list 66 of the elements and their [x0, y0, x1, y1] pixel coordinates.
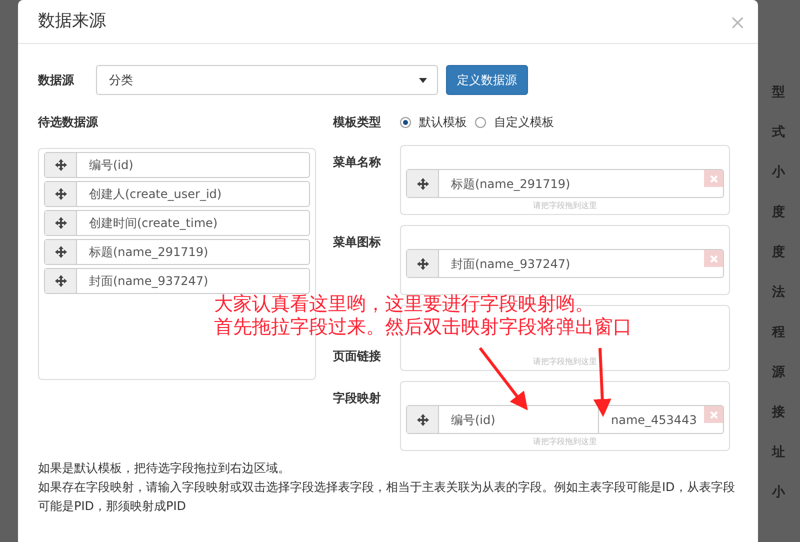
- annotation-text: 大家认真看这里哟，这里要进行字段映射哟。: [214, 293, 595, 316]
- section-title: 待选数据源: [38, 114, 99, 131]
- field-label: 封面(name_937247): [88, 273, 208, 290]
- move-icon: [54, 217, 66, 229]
- field-label: 字段映射: [333, 390, 382, 407]
- background-label: 型: [772, 84, 786, 102]
- field-item[interactable]: 标题(name_291719): [44, 239, 310, 265]
- datasource-select[interactable]: 分类: [96, 65, 438, 95]
- drop-hint: 请把字段拖到这里: [532, 200, 598, 212]
- field-item[interactable]: 标题(name_291719): [406, 169, 724, 198]
- move-icon: [416, 178, 428, 190]
- background-label: 源: [772, 364, 786, 382]
- field-label: 标题(name_291719): [450, 176, 570, 193]
- field-label: 页面链接: [333, 348, 382, 365]
- field-item[interactable]: 编号(id): [44, 152, 310, 178]
- field-item[interactable]: 创建人(create_user_id): [44, 181, 310, 207]
- close-icon: [710, 174, 718, 183]
- move-icon: [416, 414, 428, 426]
- delete-button[interactable]: [704, 406, 723, 423]
- background-label: 接: [772, 404, 786, 422]
- field-item[interactable]: 编号(id) name_453443: [406, 405, 724, 434]
- background-label: 度: [772, 204, 786, 222]
- field-item[interactable]: 创建时间(create_time): [44, 210, 310, 236]
- close-icon: [710, 254, 718, 263]
- field-label: 创建人(create_user_id): [88, 186, 222, 203]
- background-label: 法: [772, 284, 786, 302]
- background-label: 小: [772, 164, 786, 182]
- select-value: 分类: [109, 72, 133, 89]
- field-label: 标题(name_291719): [88, 244, 208, 261]
- dialog-title: 数据来源: [38, 10, 106, 33]
- close-icon: [710, 410, 718, 419]
- field-item[interactable]: 封面(name_937247): [406, 249, 724, 278]
- note-text: 如果存在字段映射，请输入字段映射或双击选择字段选择表字段，相当于主表关联为从表的字段。例如主表字段可能是ID，从表字段可能是PID，那须映射成PID: [38, 479, 736, 515]
- background-label: 小: [772, 484, 786, 502]
- mapping-field[interactable]: name_453443: [599, 406, 697, 433]
- radio-button[interactable]: [475, 116, 486, 128]
- field-label: 创建时间(create_time): [88, 215, 218, 232]
- field-label: 封面(name_937247): [450, 256, 570, 273]
- drop-hint: 请把字段拖到这里: [532, 436, 598, 448]
- radio-label: 自定义模板: [494, 114, 554, 131]
- field-label: 模板类型: [333, 114, 382, 131]
- background-label: 式: [772, 124, 786, 142]
- note-text: 如果是默认模板，把待选字段拖拉到右边区域。: [38, 460, 291, 477]
- field-item[interactable]: 封面(name_937247): [44, 268, 310, 294]
- field-label: 数据源: [38, 72, 75, 89]
- delete-button[interactable]: [704, 250, 723, 267]
- annotation-text: 首先拖拉字段过来。然后双击映射字段将弹出窗口: [214, 316, 632, 339]
- field-label: 菜单名称: [333, 154, 382, 171]
- field-label: 编号(id): [88, 157, 134, 174]
- move-icon: [416, 258, 428, 270]
- background-label: 度: [772, 244, 786, 262]
- caret-icon: [419, 78, 427, 82]
- move-icon: [54, 246, 66, 258]
- drop-hint: 请把字段拖到这里: [532, 356, 598, 368]
- background-label: 程: [772, 324, 786, 342]
- radio-label: 默认模板: [419, 114, 467, 131]
- field-label: 菜单图标: [333, 234, 382, 251]
- define-datasource-button[interactable]: 定义数据源: [446, 65, 528, 95]
- annotation-arrow: [478, 347, 528, 410]
- delete-button[interactable]: [704, 170, 723, 187]
- field-label: 编号(id): [439, 406, 599, 433]
- background-label: 址: [772, 444, 786, 462]
- move-icon: [54, 159, 66, 171]
- move-icon: [54, 188, 66, 200]
- radio-button[interactable]: [400, 116, 411, 128]
- move-icon: [54, 275, 66, 287]
